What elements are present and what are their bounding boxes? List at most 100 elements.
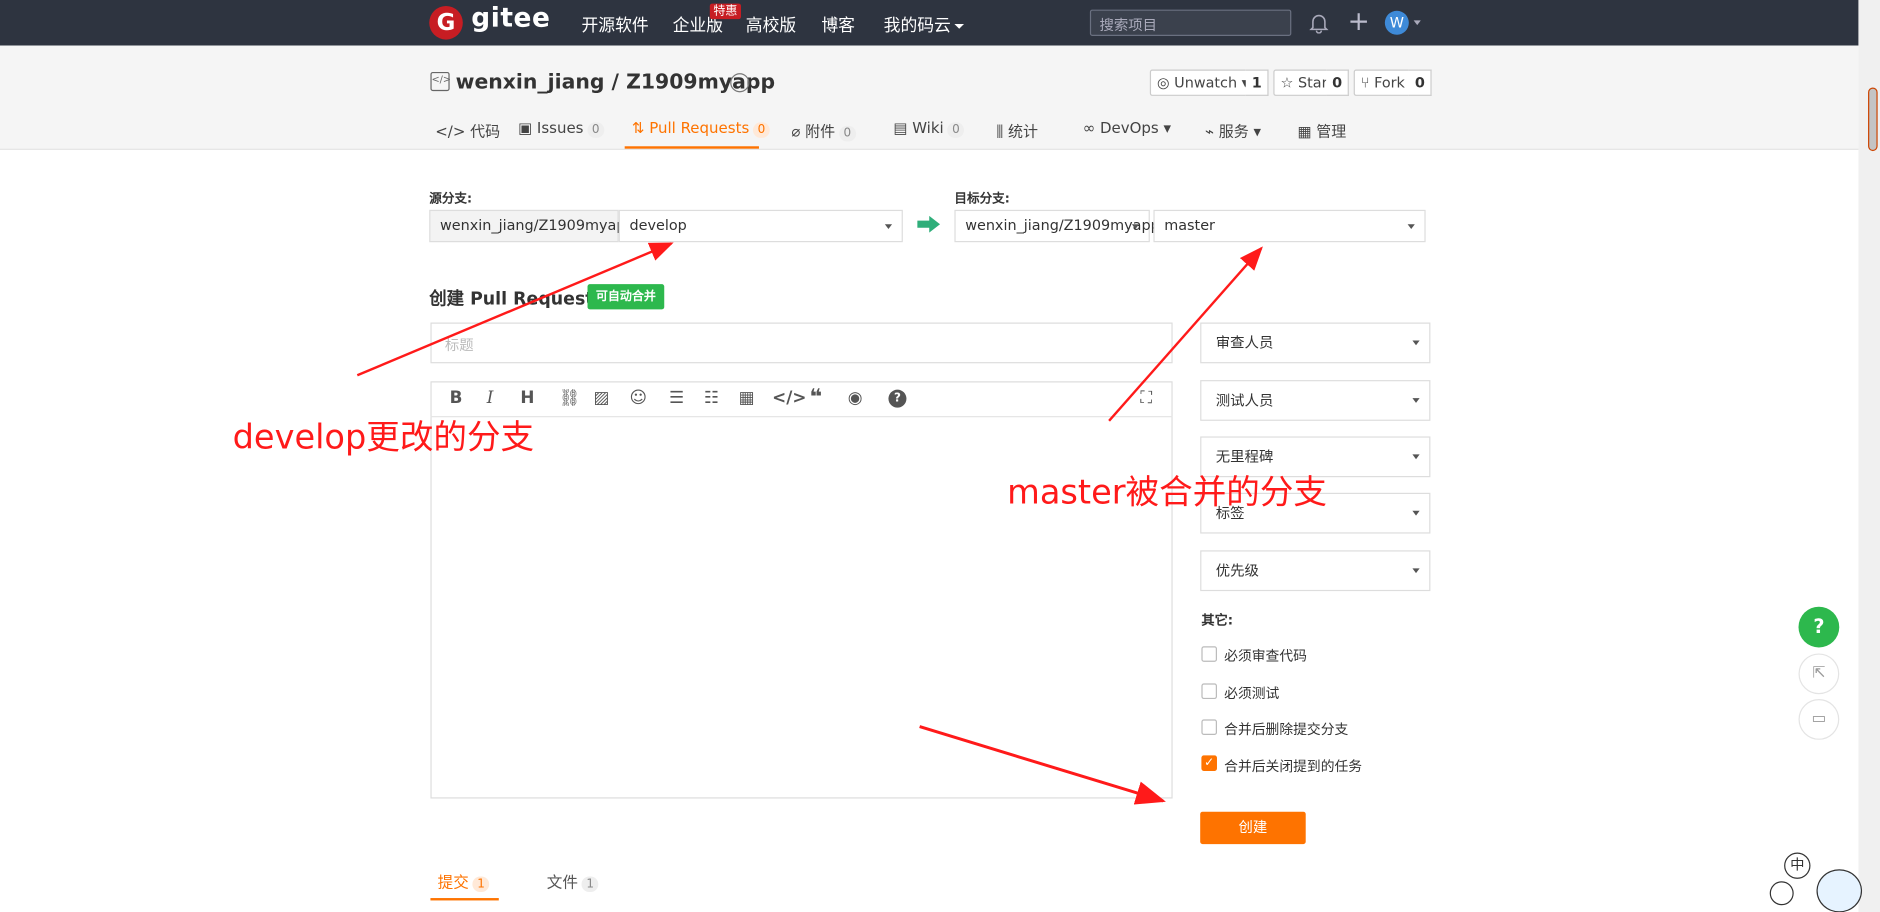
reviewers-label: 审查人员: [1215, 334, 1274, 352]
code-icon: </>: [435, 122, 471, 141]
chevron-down-icon: [1412, 398, 1420, 403]
bell-icon[interactable]: [1309, 12, 1329, 34]
active-bottom-tab-indicator: [430, 898, 499, 901]
quote-icon[interactable]: ❝: [809, 387, 822, 409]
source-repo-select[interactable]: wenxin_jiang/Z1909myapp: [429, 209, 635, 243]
close-issues-label: 合并后关闭提到的任务: [1224, 757, 1363, 775]
fullscreen-icon[interactable]: ⛶: [1140, 388, 1152, 407]
settings-doc-icon: ▦: [1297, 122, 1317, 141]
annotation-source-text: develop更改的分支: [232, 417, 535, 457]
target-branch-value: master: [1164, 217, 1215, 234]
plus-icon[interactable]: +: [1348, 9, 1370, 35]
link-icon[interactable]: ⛓: [559, 388, 580, 407]
preview-eye-icon[interactable]: ◉: [848, 388, 863, 407]
tab-issues[interactable]: ▣ Issues 0: [517, 118, 605, 138]
bold-icon[interactable]: B: [450, 388, 463, 407]
tab-code-label: 代码: [470, 122, 501, 141]
tab-attachments[interactable]: ⌀ 附件 0: [791, 119, 856, 142]
avatar-chevron-icon[interactable]: [1413, 20, 1421, 26]
reviewers-select[interactable]: 审查人员: [1200, 322, 1431, 364]
tab-pull-requests[interactable]: ⇅ Pull Requests 0: [632, 118, 771, 138]
tab-files[interactable]: 文件 1: [547, 869, 599, 893]
gitee-logo-icon[interactable]: G: [429, 5, 463, 40]
help-icon[interactable]: ?: [888, 389, 907, 408]
target-branch-select[interactable]: master: [1153, 209, 1426, 243]
target-repo-select[interactable]: wenxin_jiang/Z1909myapp: [954, 209, 1160, 243]
ime-indicator[interactable]: 中: [1784, 852, 1811, 879]
mascot-avatar[interactable]: [1816, 869, 1863, 912]
tab-code[interactable]: </> 代码: [435, 119, 500, 142]
nav-blog[interactable]: 博客: [821, 13, 855, 37]
milestone-label: 无里程碑: [1215, 448, 1274, 466]
code-block-icon[interactable]: </>: [772, 388, 806, 407]
arrow-right-icon: [917, 215, 941, 233]
target-repo-value: wenxin_jiang/Z1909myapp: [965, 217, 1160, 234]
tab-files-count: 1: [581, 876, 599, 893]
target-branch-label: 目标分支:: [954, 191, 1010, 207]
tab-services[interactable]: ⌁ 服务 ▾: [1205, 119, 1261, 142]
ordered-list-icon[interactable]: ☷: [704, 388, 719, 407]
star-label: Star: [1298, 74, 1328, 92]
testers-select[interactable]: 测试人员: [1200, 380, 1431, 421]
star-count[interactable]: 0: [1326, 69, 1350, 96]
comment-icon[interactable]: ▭: [1798, 699, 1840, 740]
issues-icon: ▣: [517, 118, 537, 137]
pr-title-input[interactable]: 标题: [430, 322, 1173, 364]
priority-select[interactable]: 优先级: [1200, 550, 1431, 592]
avatar[interactable]: W: [1384, 10, 1409, 35]
share-icon[interactable]: ⇱: [1798, 653, 1840, 695]
search-input[interactable]: 搜索项目: [1089, 9, 1292, 36]
watch-count[interactable]: 1: [1245, 69, 1269, 96]
priority-label: 优先级: [1215, 562, 1259, 580]
require-test-checkbox[interactable]: [1201, 683, 1217, 700]
nav-education[interactable]: 高校版: [746, 13, 796, 37]
nav-open-source[interactable]: 开源软件: [582, 13, 649, 37]
pulse-icon: ⌁: [1204, 122, 1219, 141]
delete-branch-label: 合并后删除提交分支: [1224, 720, 1349, 738]
chevron-down-icon: [1407, 224, 1415, 230]
active-tab-indicator: [624, 146, 759, 149]
testers-label: 测试人员: [1215, 392, 1274, 409]
tab-pr-label: Pull Requests: [649, 118, 750, 137]
close-issues-checkbox[interactable]: ✓: [1201, 755, 1217, 771]
tab-stats[interactable]: ⫼ 统计: [996, 119, 1038, 142]
require-test-label: 必须测试: [1224, 684, 1280, 702]
require-review-checkbox[interactable]: [1201, 646, 1217, 662]
scrollbar-thumb[interactable]: [1868, 87, 1878, 152]
unwatch-button[interactable]: ◎ Unwatch ▾: [1149, 69, 1257, 96]
help-button[interactable]: ?: [1798, 606, 1840, 648]
require-review-label: 必须审查代码: [1224, 647, 1307, 665]
image-icon[interactable]: ▨: [594, 388, 610, 407]
bullet-list-icon[interactable]: ☰: [669, 388, 684, 407]
markdown-editor[interactable]: [430, 381, 1173, 799]
ime-settings-icon[interactable]: [1769, 881, 1794, 906]
fork-count[interactable]: 0: [1408, 69, 1433, 96]
repo-badge-icon[interactable]: [730, 73, 750, 93]
tab-commits[interactable]: 提交 1: [438, 869, 490, 893]
page-title: 创建 Pull Request: [429, 290, 594, 310]
tab-commits-count: 1: [472, 876, 490, 893]
tab-wiki[interactable]: ▤ Wiki 0: [893, 118, 965, 138]
tab-stats-label: 统计: [1008, 122, 1039, 141]
unwatch-label: Unwatch: [1174, 74, 1238, 92]
tab-devops[interactable]: ∞ DevOps ▾: [1083, 119, 1171, 137]
chevron-down-icon: [1412, 454, 1420, 460]
source-branch-select[interactable]: develop: [618, 209, 903, 243]
fork-button[interactable]: ⑂ Fork: [1353, 69, 1413, 96]
heading-icon[interactable]: H: [520, 388, 534, 407]
delete-branch-checkbox[interactable]: [1201, 719, 1217, 735]
book-icon: ▤: [893, 118, 913, 137]
create-button[interactable]: 创建: [1200, 811, 1306, 845]
nav-my-gitee-label: 我的码云: [883, 16, 951, 36]
italic-icon[interactable]: I: [487, 388, 494, 407]
tab-wiki-count: 0: [947, 122, 965, 138]
source-branch-label: 源分支:: [429, 191, 473, 207]
repo-title[interactable]: wenxin_jiang / Z1909myapp: [456, 71, 775, 95]
brand-name[interactable]: gitee: [471, 4, 550, 34]
table-icon[interactable]: ▦: [739, 388, 755, 407]
nav-my-gitee[interactable]: 我的码云: [884, 13, 964, 37]
tab-services-label: 服务: [1218, 122, 1249, 141]
tab-issues-label: Issues: [536, 118, 584, 137]
emoji-icon[interactable]: ☺: [629, 388, 647, 407]
tab-manage[interactable]: ▦ 管理: [1297, 119, 1346, 142]
